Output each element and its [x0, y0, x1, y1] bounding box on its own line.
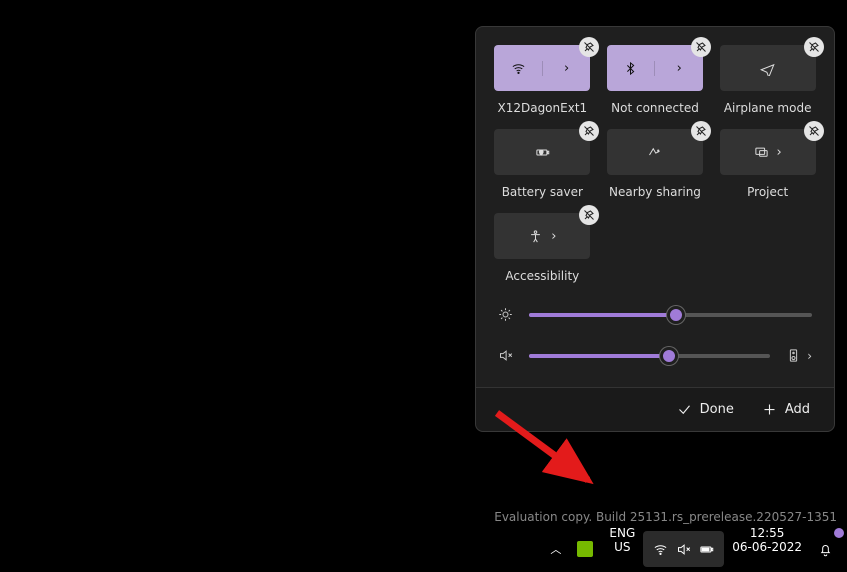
wifi-status-icon: [653, 542, 668, 557]
quick-settings-panel: › X12DagonExt1 › Not connected Airplane mode…: [475, 26, 835, 432]
chevron-up-icon: ︿: [550, 541, 561, 557]
battery-saver-button[interactable]: [494, 129, 590, 175]
tile-bluetooth: › Not connected: [607, 45, 704, 115]
language-top: ENG: [609, 526, 635, 540]
done-button[interactable]: Done: [677, 402, 734, 417]
volume-mute-icon[interactable]: [498, 348, 513, 363]
add-button-label: Add: [785, 402, 810, 417]
taskbar-date: 06-06-2022: [732, 540, 802, 554]
airplane-unpin-button[interactable]: [804, 37, 824, 57]
project-unpin-button[interactable]: [804, 121, 824, 141]
bluetooth-expand[interactable]: ›: [655, 61, 703, 76]
airplane-button[interactable]: [720, 45, 816, 91]
wifi-toggle[interactable]: [494, 61, 543, 76]
wifi-unpin-button[interactable]: [579, 37, 599, 57]
notifications-button[interactable]: [810, 526, 841, 572]
wifi-icon: [511, 61, 526, 76]
wifi-expand[interactable]: ›: [543, 61, 591, 76]
language-indicator[interactable]: ENG US: [601, 526, 643, 572]
clock-button[interactable]: 12:55 06-06-2022: [724, 526, 810, 572]
plus-icon: [762, 402, 777, 417]
battery-saver-label: Battery saver: [502, 185, 583, 199]
nearby-label: Nearby sharing: [609, 185, 701, 199]
checkmark-icon: [677, 402, 692, 417]
bluetooth-icon: [623, 61, 638, 76]
quick-tiles-grid: › X12DagonExt1 › Not connected Airplane mode…: [494, 45, 816, 283]
volume-slider[interactable]: [529, 354, 770, 358]
tile-airplane: Airplane mode: [719, 45, 816, 115]
brightness-icon: [498, 307, 513, 322]
sliders-section: ›: [494, 307, 816, 363]
unpin-icon: [583, 209, 595, 221]
taskbar-time: 12:55: [750, 526, 785, 540]
nearby-unpin-button[interactable]: [691, 121, 711, 141]
chevron-right-icon: ›: [551, 229, 556, 244]
bluetooth-toggle[interactable]: [607, 61, 656, 76]
project-button[interactable]: ›: [720, 129, 816, 175]
chevron-right-icon: ›: [564, 61, 569, 76]
project-label: Project: [747, 185, 788, 199]
accessibility-button[interactable]: ›: [494, 213, 590, 259]
nearby-button[interactable]: [607, 129, 703, 175]
nvidia-tray-icon[interactable]: [569, 526, 601, 572]
unpin-icon: [808, 125, 820, 137]
nvidia-icon: [577, 541, 593, 557]
tray-overflow-button[interactable]: ︿: [542, 526, 569, 572]
airplane-label: Airplane mode: [724, 101, 812, 115]
language-bottom: US: [614, 540, 630, 554]
bell-icon: [818, 542, 833, 557]
bluetooth-label: Not connected: [611, 101, 699, 115]
system-status-button[interactable]: [643, 531, 724, 567]
tile-nearby: Nearby sharing: [607, 129, 704, 199]
notification-badge: [834, 528, 844, 538]
evaluation-watermark: Evaluation copy. Build 25131.rs_prerelea…: [494, 510, 837, 524]
battery-saver-unpin-button[interactable]: [579, 121, 599, 141]
nearby-icon: [647, 145, 662, 160]
volume-slider-row: ›: [498, 348, 812, 363]
battery-saver-icon: [535, 145, 550, 160]
chevron-right-icon: ›: [777, 145, 782, 160]
bluetooth-unpin-button[interactable]: [691, 37, 711, 57]
unpin-icon: [695, 125, 707, 137]
wifi-label: X12DagonExt1: [497, 101, 587, 115]
unpin-icon: [808, 41, 820, 53]
airplane-icon: [760, 61, 775, 76]
bluetooth-button[interactable]: ›: [607, 45, 703, 91]
unpin-icon: [583, 41, 595, 53]
volume-mute-status-icon: [676, 542, 691, 557]
brightness-slider[interactable]: [529, 313, 812, 317]
audio-output-chevron-icon[interactable]: ›: [807, 349, 812, 363]
accessibility-label: Accessibility: [505, 269, 579, 283]
audio-output-icon[interactable]: [786, 348, 801, 363]
brightness-slider-row: [498, 307, 812, 322]
panel-footer: Done Add: [476, 387, 834, 431]
tile-battery-saver: Battery saver: [494, 129, 591, 199]
tile-project: › Project: [719, 129, 816, 199]
taskbar: ︿ ENG US 12:55 06-06-2022: [0, 526, 847, 572]
unpin-icon: [695, 41, 707, 53]
tile-wifi: › X12DagonExt1: [494, 45, 591, 115]
done-button-label: Done: [700, 402, 734, 417]
wifi-button[interactable]: ›: [494, 45, 590, 91]
tile-accessibility: › Accessibility: [494, 213, 591, 283]
battery-status-icon: [699, 542, 714, 557]
accessibility-unpin-button[interactable]: [579, 205, 599, 225]
chevron-right-icon: ›: [677, 61, 682, 76]
add-button[interactable]: Add: [762, 402, 810, 417]
accessibility-icon: [528, 229, 543, 244]
unpin-icon: [583, 125, 595, 137]
project-icon: [754, 145, 769, 160]
